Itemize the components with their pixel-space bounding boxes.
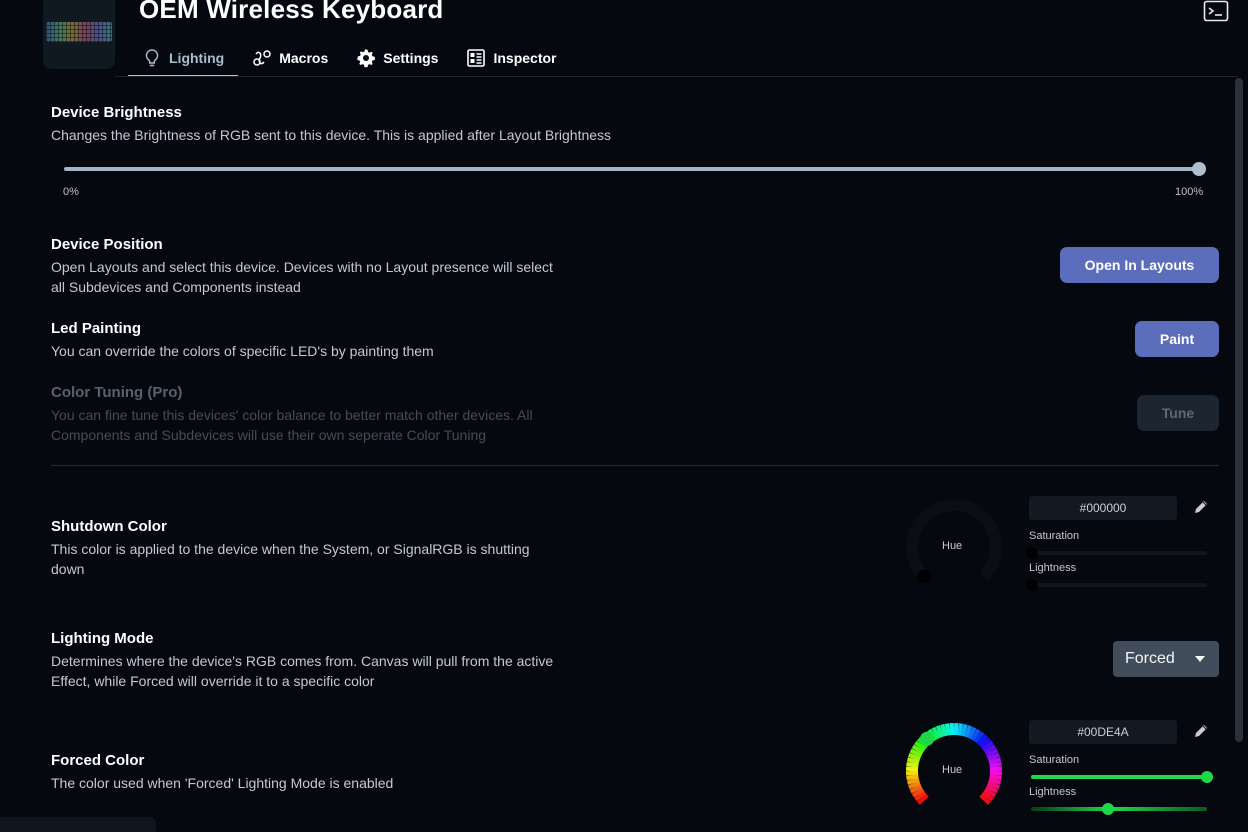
forced-title: Forced Color [51,752,145,769]
brightness-max-label: 100% [1175,186,1204,198]
hue-tick [953,498,959,512]
forced-saturation-label: Saturation [1029,754,1080,766]
hue-tick [989,542,1003,548]
tuning-desc-line2: Components and Subdevices will use their… [51,427,487,443]
shutdown-desc-line1: This color is applied to the device when… [51,541,530,557]
tab-inspector[interactable]: Inspector [452,38,570,77]
forced-saturation-handle[interactable] [1201,771,1213,783]
shutdown-saturation-track[interactable] [1031,551,1207,555]
brightness-slider-handle[interactable] [1192,162,1206,176]
keyboard-image [46,22,112,42]
hue-tick [905,546,919,552]
hue-tick [944,723,951,736]
shutdown-hue-label: Hue [942,540,963,552]
tab-lighting[interactable]: Lighting [128,38,239,77]
shutdown-hex-input[interactable]: #000000 [1029,496,1177,520]
hue-tick [905,542,919,548]
forced-saturation-track[interactable] [1031,775,1207,779]
shutdown-lightness-label: Lightness [1029,562,1077,574]
tuning-desc-line1: You can fine tune this devices' color ba… [51,407,533,423]
hue-tick [957,723,964,736]
hue-tick [944,499,951,512]
shutdown-lightness-track[interactable] [1031,583,1207,587]
brightness-slider-track[interactable] [64,167,1200,171]
gear-icon [357,48,376,67]
device-title: OEM Wireless Keyboard [139,0,444,24]
forced-desc: The color used when 'Forced' Lighting Mo… [51,775,394,791]
hue-tick [949,498,955,512]
open-in-layouts-button[interactable]: Open In Layouts [1060,247,1219,283]
macros-icon [253,49,271,66]
hue-tick [957,499,964,512]
hue-handle[interactable] [917,569,932,584]
paint-button[interactable]: Paint [1135,321,1219,357]
hue-tick [906,550,919,557]
shutdown-lightness-handle[interactable] [1026,579,1038,591]
hue-tick [989,537,1002,544]
hue-tick [949,722,955,736]
tab-label: Lighting [169,49,225,66]
hue-tick [989,761,1002,768]
caret-down-icon [1195,656,1205,662]
hue-tick [906,553,920,561]
hue-tick [906,777,920,785]
hue-tick [905,770,919,776]
tab-label: Settings [383,49,439,66]
position-title: Device Position [51,236,163,253]
shutdown-edit-pencil-icon[interactable] [1192,498,1210,516]
lighting-mode-value: Forced [1125,650,1175,667]
painting-title: Led Painting [51,320,141,337]
hue-tick [988,533,1002,541]
hue-tick [905,766,919,772]
brightness-title: Device Brightness [51,104,182,121]
scrollbar[interactable] [1235,78,1243,742]
hue-tick [906,537,919,544]
lighting-mode-select[interactable]: Forced [1113,641,1219,677]
forced-lightness-handle[interactable] [1102,803,1114,815]
hue-tick [989,546,1003,552]
hue-tick [988,757,1002,765]
hue-tick [940,499,948,513]
hue-tick [953,722,959,736]
tab-macros[interactable]: Macros [238,38,342,77]
tab-label: Macros [279,49,329,66]
shutdown-title: Shutdown Color [51,518,167,535]
hue-tick [940,723,948,737]
position-desc-line1: Open Layouts and select this device. Dev… [51,259,553,275]
tab-divider [115,76,1238,77]
mode-title: Lighting Mode [51,630,154,647]
painting-desc: You can override the colors of specific … [51,343,434,359]
tune-button[interactable]: Tune [1137,395,1219,431]
shutdown-saturation-handle[interactable] [1026,547,1038,559]
lightbulb-icon [145,48,159,66]
tab-label: Inspector [493,49,557,66]
mode-desc-line1: Determines where the device's RGB comes … [51,653,554,669]
forced-lightness-track[interactable] [1031,807,1207,811]
brightness-min-label: 0% [63,186,79,198]
hue-tick [989,766,1003,772]
hue-handle[interactable] [920,731,935,746]
inspector-icon [467,48,486,67]
tab-bar: Lighting Macros Settings Inspector [128,38,570,77]
brightness-desc: Changes the Brightness of RGB sent to th… [51,127,612,143]
hue-tick [989,774,1002,781]
tuning-title: Color Tuning (Pro) [51,384,183,401]
hue-tick [989,770,1003,776]
hue-tick [906,761,919,768]
shutdown-saturation-label: Saturation [1029,530,1080,542]
section-divider [51,465,1219,466]
hue-tick [989,550,1002,557]
mode-desc-line2: Effect, while Forced will override it to… [51,673,375,689]
shutdown-desc-line2: down [51,561,85,577]
forced-hue-label: Hue [942,764,963,776]
tab-settings[interactable]: Settings [342,38,452,77]
position-desc-line2: all Subdevices and Components instead [51,279,301,295]
forced-edit-pencil-icon[interactable] [1192,722,1210,740]
forced-lightness-label: Lightness [1029,786,1077,798]
device-thumbnail [43,0,115,69]
hue-tick [906,774,919,781]
bottom-panel-tab[interactable] [0,817,156,832]
forced-hex-input[interactable]: #00DE4A [1029,720,1177,744]
terminal-icon[interactable] [1203,0,1229,22]
